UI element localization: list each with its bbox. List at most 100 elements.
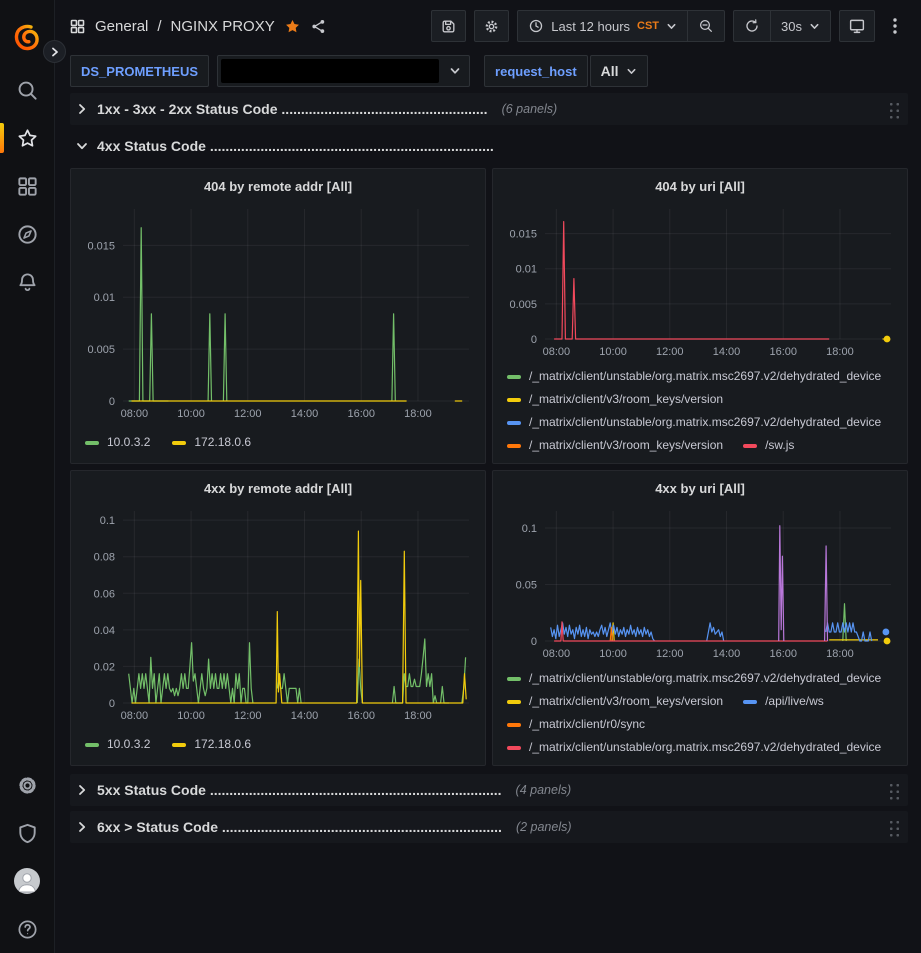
svg-text:0.05: 0.05	[516, 579, 537, 591]
legend-item[interactable]: /_matrix/client/v3/room_keys/version	[507, 690, 723, 713]
panel-title: 4xx by uri [All]	[655, 481, 745, 496]
datasource-variable-select[interactable]	[217, 55, 470, 87]
chart-plot[interactable]: 08:0010:0012:0014:0016:0018:0000.050.1	[501, 501, 900, 663]
row-panel-count: (4 panels)	[516, 783, 572, 797]
svg-text:0: 0	[531, 636, 537, 648]
panel-header[interactable]: 4xx by uri [All]	[501, 475, 899, 501]
sidebar-item-explore[interactable]	[0, 210, 55, 258]
panel-header[interactable]: 404 by remote addr [All]	[79, 173, 477, 199]
chart-plot[interactable]: 08:0010:0012:0014:0016:0018:0000.0050.01…	[501, 199, 900, 361]
zoom-out-icon	[698, 18, 714, 34]
grafana-logo-icon	[13, 24, 41, 52]
sidebar-item-alerting[interactable]	[0, 258, 55, 306]
bell-icon	[16, 271, 39, 294]
legend-series-color	[172, 743, 186, 747]
panel-title: 4xx by remote addr [All]	[204, 481, 352, 496]
gear-icon	[16, 774, 39, 797]
row-drag-handle-icon[interactable]	[887, 818, 900, 837]
redacted-value	[221, 59, 439, 83]
legend-item[interactable]: /_matrix/client/v3/room_keys/version	[507, 388, 723, 411]
sidebar-expand-button[interactable]	[43, 40, 66, 63]
svg-text:14:00: 14:00	[713, 346, 741, 358]
row-1xx-3xx-2xx[interactable]: 1xx - 3xx - 2xx Status Code ............…	[70, 93, 908, 125]
host-variable-label[interactable]: request_host	[495, 64, 577, 79]
svg-text:0: 0	[531, 334, 537, 346]
variables-row: DS_PROMETHEUS request_host All	[55, 52, 921, 90]
save-dashboard-button[interactable]	[431, 10, 466, 42]
svg-text:10:00: 10:00	[177, 408, 205, 420]
svg-text:0.015: 0.015	[87, 240, 115, 252]
svg-text:14:00: 14:00	[291, 710, 319, 722]
sidebar-item-profile[interactable]	[0, 857, 55, 905]
more-options-button[interactable]	[883, 10, 907, 42]
svg-text:12:00: 12:00	[234, 710, 262, 722]
question-circle-icon	[16, 918, 39, 941]
legend-item[interactable]: /_matrix/client/v3/room_keys/version	[507, 434, 723, 457]
sidebar-item-dashboards[interactable]	[0, 162, 55, 210]
row-5xx[interactable]: 5xx Status Code ........................…	[70, 774, 908, 806]
breadcrumb-folder[interactable]: General	[95, 18, 148, 35]
row-drag-handle-icon[interactable]	[887, 781, 900, 800]
legend-item[interactable]: /_matrix/client/unstable/org.matrix.msc2…	[507, 411, 881, 434]
svg-text:08:00: 08:00	[121, 710, 149, 722]
legend-item[interactable]: 172.18.0.6	[172, 431, 251, 454]
panel-header[interactable]: 404 by uri [All]	[501, 173, 899, 199]
chevron-right-icon	[76, 784, 88, 796]
datasource-variable-label[interactable]: DS_PROMETHEUS	[81, 64, 198, 79]
sidebar-item-search[interactable]	[0, 66, 55, 114]
apps-grid-icon	[16, 175, 39, 198]
tv-mode-button[interactable]	[839, 10, 875, 42]
row-4xx[interactable]: 4xx Status Code ........................…	[70, 130, 908, 162]
share-icon[interactable]	[310, 18, 327, 35]
legend-item[interactable]: /_matrix/client/r0/sync	[507, 713, 645, 736]
legend-item[interactable]: 10.0.3.2	[85, 733, 150, 756]
favorite-star-icon[interactable]	[284, 18, 301, 35]
chart-plot[interactable]: 08:0010:0012:0014:0016:0018:0000.0050.01…	[79, 199, 478, 423]
svg-text:18:00: 18:00	[826, 648, 854, 660]
apps-grid-icon	[69, 18, 86, 35]
refresh-icon	[744, 18, 760, 34]
panel-header[interactable]: 4xx by remote addr [All]	[79, 475, 477, 501]
save-icon	[440, 18, 457, 35]
legend-item[interactable]: /_matrix/client/unstable/org.matrix.msc2…	[507, 736, 881, 759]
svg-text:12:00: 12:00	[234, 408, 262, 420]
row-6xx[interactable]: 6xx > Status Code ......................…	[70, 811, 908, 843]
chart-panel: 4xx by remote addr [All] 08:00 10:00 12:00…	[70, 470, 486, 766]
sidebar-item-starred[interactable]	[0, 114, 55, 162]
svg-text:08:00: 08:00	[543, 648, 571, 660]
dashboard-settings-button[interactable]	[474, 10, 509, 42]
legend-series-color	[507, 746, 521, 750]
sidebar-item-help[interactable]	[0, 905, 55, 953]
clock-icon	[528, 18, 544, 34]
refresh-interval-picker[interactable]: 30s	[770, 11, 830, 41]
row-title: 1xx - 3xx - 2xx Status Code ............…	[97, 101, 488, 117]
time-range-picker[interactable]: Last 12 hours CST	[518, 11, 687, 41]
legend-item[interactable]: /api/live/ws	[743, 690, 824, 713]
legend-item[interactable]: /_matrix/client/unstable/org.matrix.msc2…	[507, 667, 881, 690]
chart-legend: /_matrix/client/unstable/org.matrix.msc2…	[501, 361, 899, 459]
svg-text:10:00: 10:00	[177, 710, 205, 722]
legend-series-color	[507, 677, 521, 681]
chart-plot[interactable]: 08:0010:0012:0014:0016:0018:0000.020.040…	[79, 501, 478, 725]
legend-series-color	[507, 398, 521, 402]
legend-item[interactable]: /sw.js	[743, 434, 794, 457]
legend-item[interactable]: /_matrix/client/unstable/org.matrix.msc2…	[507, 365, 881, 388]
breadcrumb-dashboard[interactable]: NGINX PROXY	[171, 18, 275, 35]
sidebar-item-server-admin[interactable]	[0, 809, 55, 857]
sidebar-item-configuration[interactable]	[0, 761, 55, 809]
legend-series-name: /_matrix/client/unstable/org.matrix.msc2…	[529, 736, 881, 759]
refresh-button[interactable]	[734, 11, 770, 41]
star-icon	[16, 127, 39, 150]
row-drag-handle-icon[interactable]	[887, 100, 900, 119]
svg-text:0.005: 0.005	[87, 344, 115, 356]
legend-item[interactable]: 172.18.0.6	[172, 733, 251, 756]
legend-series-color	[743, 444, 757, 448]
legend-item[interactable]: 10.0.3.2	[85, 431, 150, 454]
legend-series-name: 172.18.0.6	[194, 733, 251, 756]
legend-series-color	[507, 375, 521, 379]
sidebar	[0, 0, 55, 953]
host-variable-select[interactable]: All	[590, 55, 648, 87]
svg-text:16:00: 16:00	[769, 648, 797, 660]
row-panel-count: (2 panels)	[516, 820, 572, 834]
zoom-out-button[interactable]	[687, 11, 724, 41]
